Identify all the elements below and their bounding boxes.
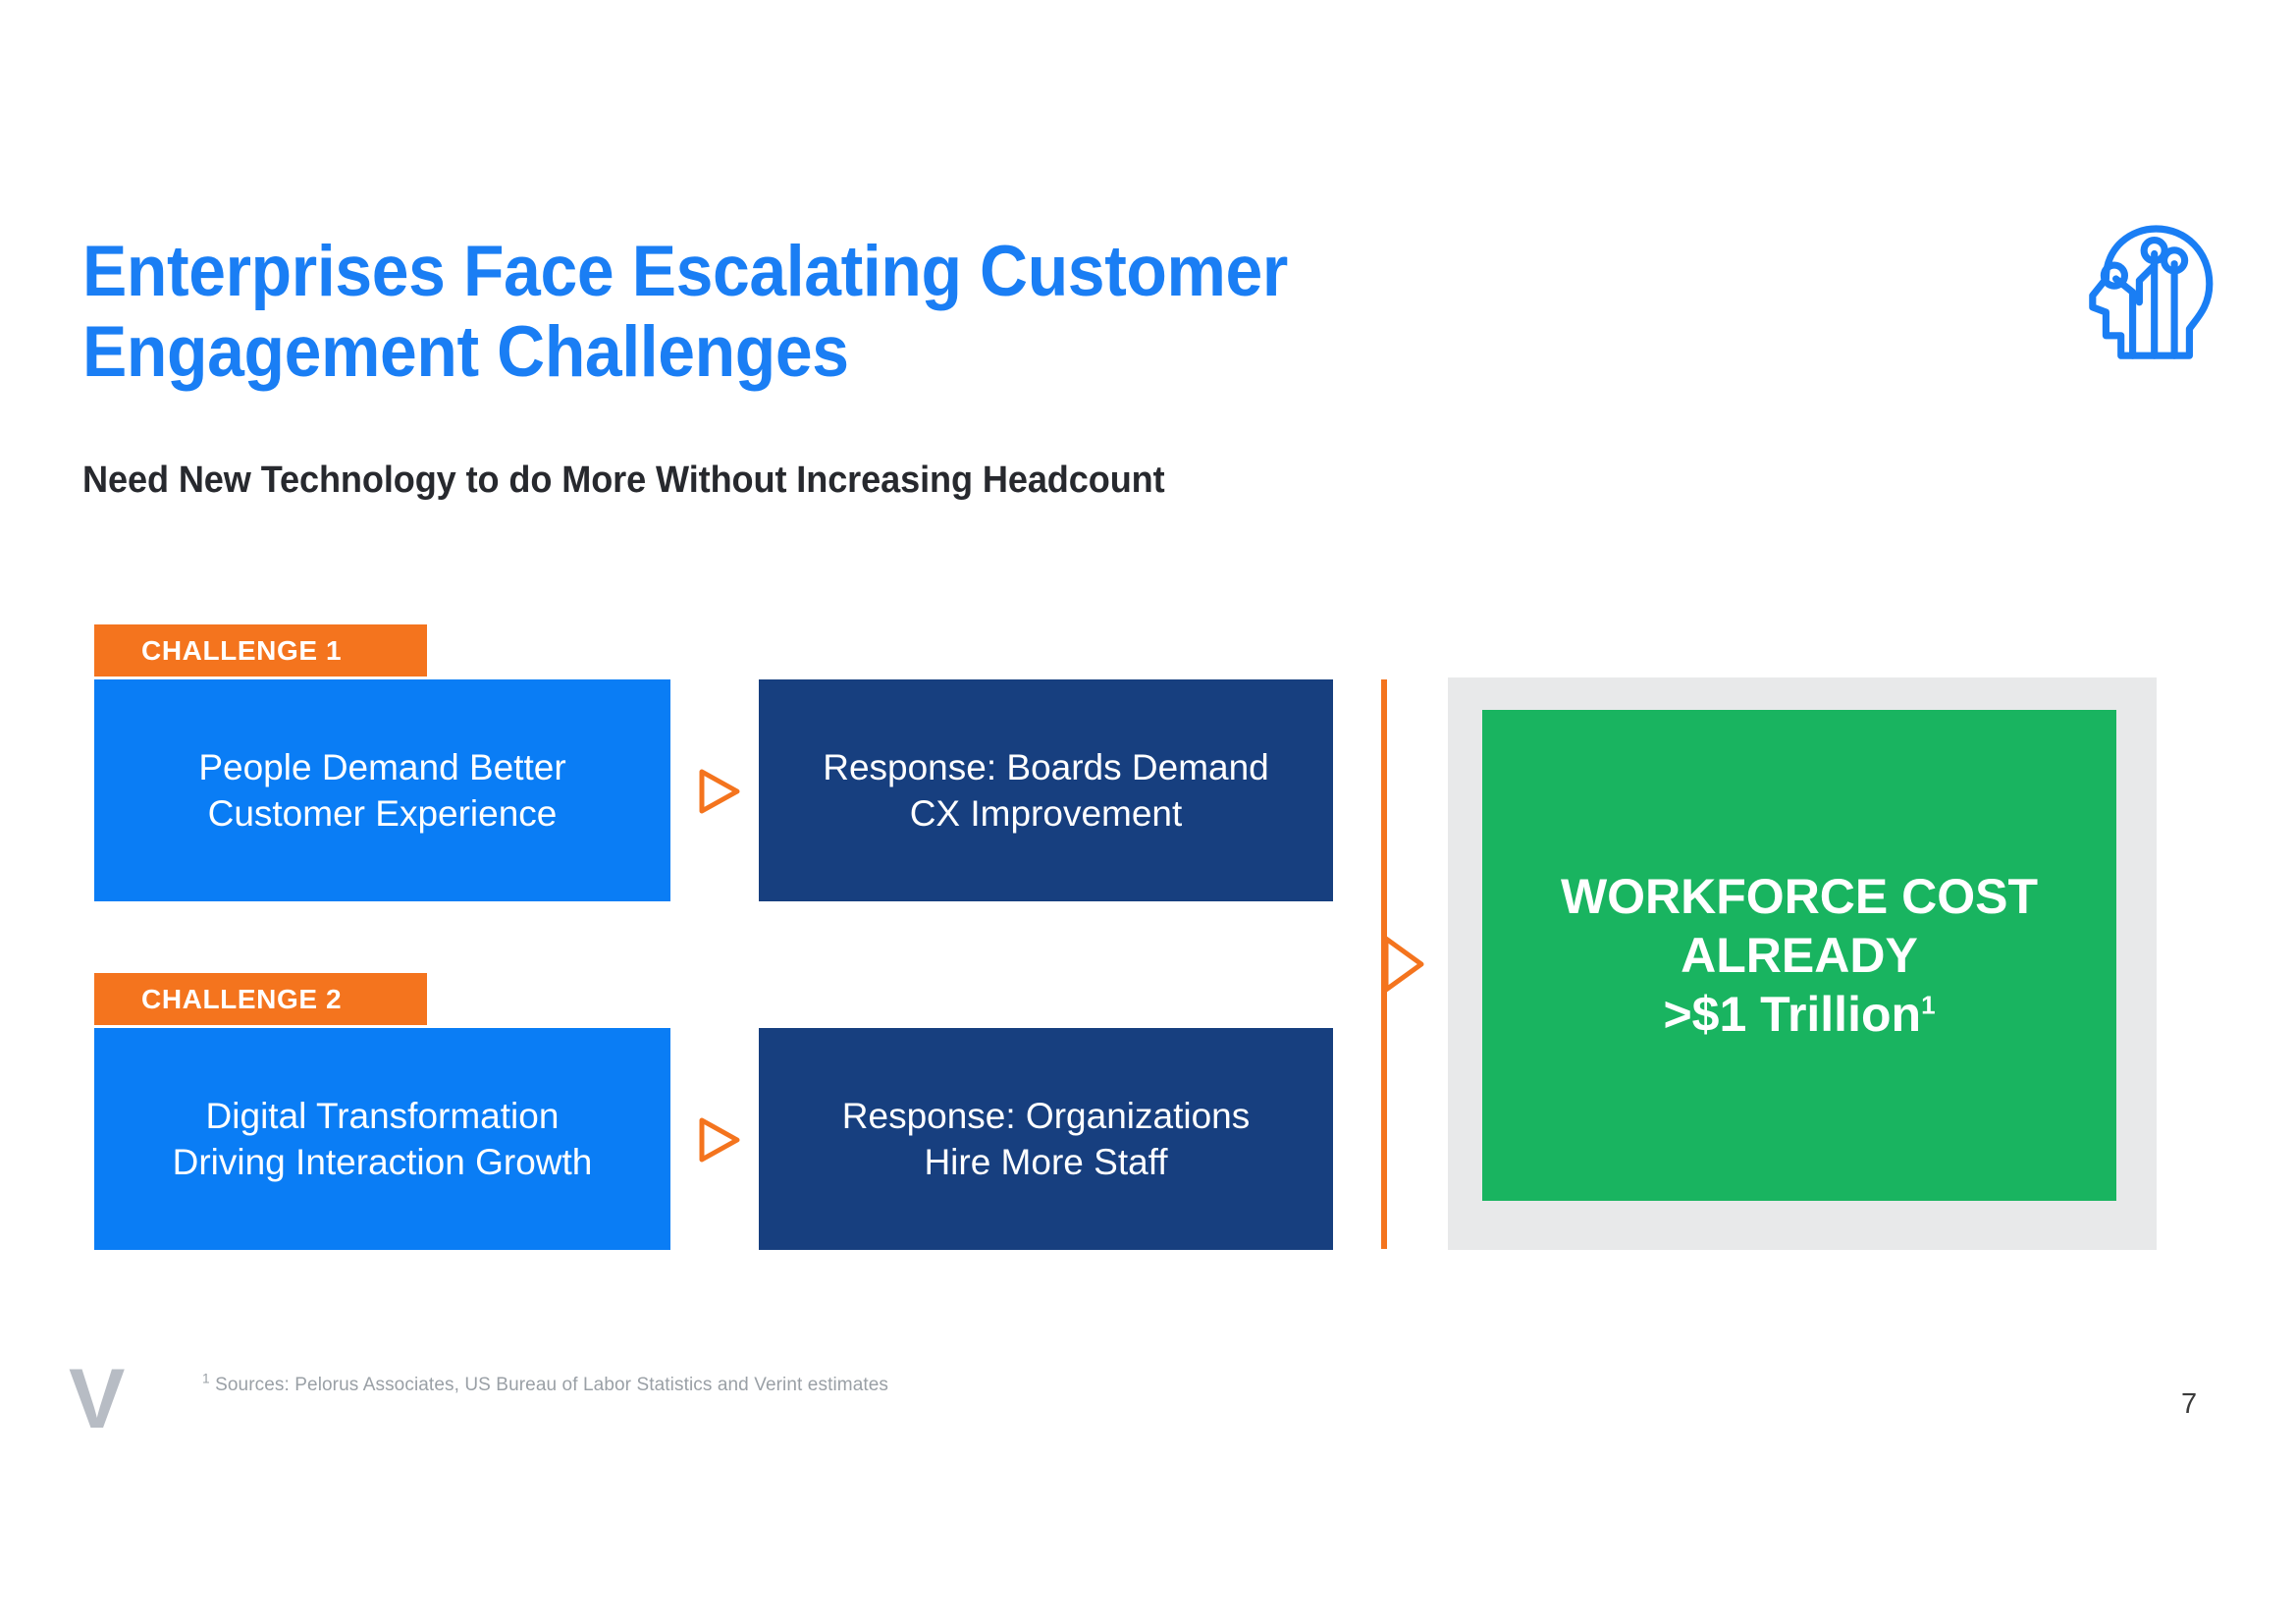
ai-head-circuit-icon bbox=[2069, 212, 2236, 379]
challenge-line-1a: People Demand Better bbox=[198, 746, 566, 787]
footnote: 1 Sources: Pelorus Associates, US Bureau… bbox=[202, 1371, 889, 1396]
response-line-1a: Response: Boards Demand bbox=[823, 746, 1269, 787]
response-line-1b: CX Improvement bbox=[909, 793, 1183, 834]
outcome-footnote-marker: 1 bbox=[1921, 990, 1936, 1020]
page-number: 7 bbox=[2181, 1388, 2198, 1420]
challenge-box-2: Digital Transformation Driving Interacti… bbox=[94, 1028, 670, 1250]
page-subtitle: Need New Technology to do More Without I… bbox=[82, 460, 1165, 501]
response-line-2b: Hire More Staff bbox=[924, 1142, 1168, 1182]
outcome-line-1: WORKFORCE COST bbox=[1560, 869, 2039, 924]
triangle-right-outline-icon bbox=[1382, 935, 1425, 994]
footnote-text: Sources: Pelorus Associates, US Bureau o… bbox=[209, 1375, 889, 1395]
slide-canvas: Enterprises Face Escalating Customer Eng… bbox=[0, 0, 2296, 1624]
response-line-2a: Response: Organizations bbox=[841, 1095, 1251, 1136]
challenge-line-2b: Driving Interaction Growth bbox=[172, 1142, 593, 1182]
challenge-box-1: People Demand Better Customer Experience bbox=[94, 679, 670, 901]
outcome-line-2: ALREADY bbox=[1681, 928, 1918, 983]
challenge-line-1b: Customer Experience bbox=[207, 793, 558, 834]
outcome-line-3: >$1 Trillion bbox=[1663, 987, 1922, 1042]
triangle-right-icon bbox=[696, 768, 741, 815]
verint-logo: V bbox=[69, 1352, 126, 1446]
challenge-badge-2: CHALLENGE 2 bbox=[94, 973, 427, 1025]
response-box-1: Response: Boards Demand CX Improvement bbox=[759, 679, 1333, 901]
outcome-panel: WORKFORCE COST ALREADY >$1 Trillion1 bbox=[1482, 710, 2116, 1201]
page-title: Enterprises Face Escalating Customer Eng… bbox=[82, 232, 1288, 392]
challenge-badge-1: CHALLENGE 1 bbox=[94, 624, 427, 677]
triangle-right-icon bbox=[696, 1116, 741, 1164]
response-box-2: Response: Organizations Hire More Staff bbox=[759, 1028, 1333, 1250]
challenge-line-2a: Digital Transformation bbox=[205, 1095, 560, 1136]
footnote-marker: 1 bbox=[202, 1371, 210, 1386]
